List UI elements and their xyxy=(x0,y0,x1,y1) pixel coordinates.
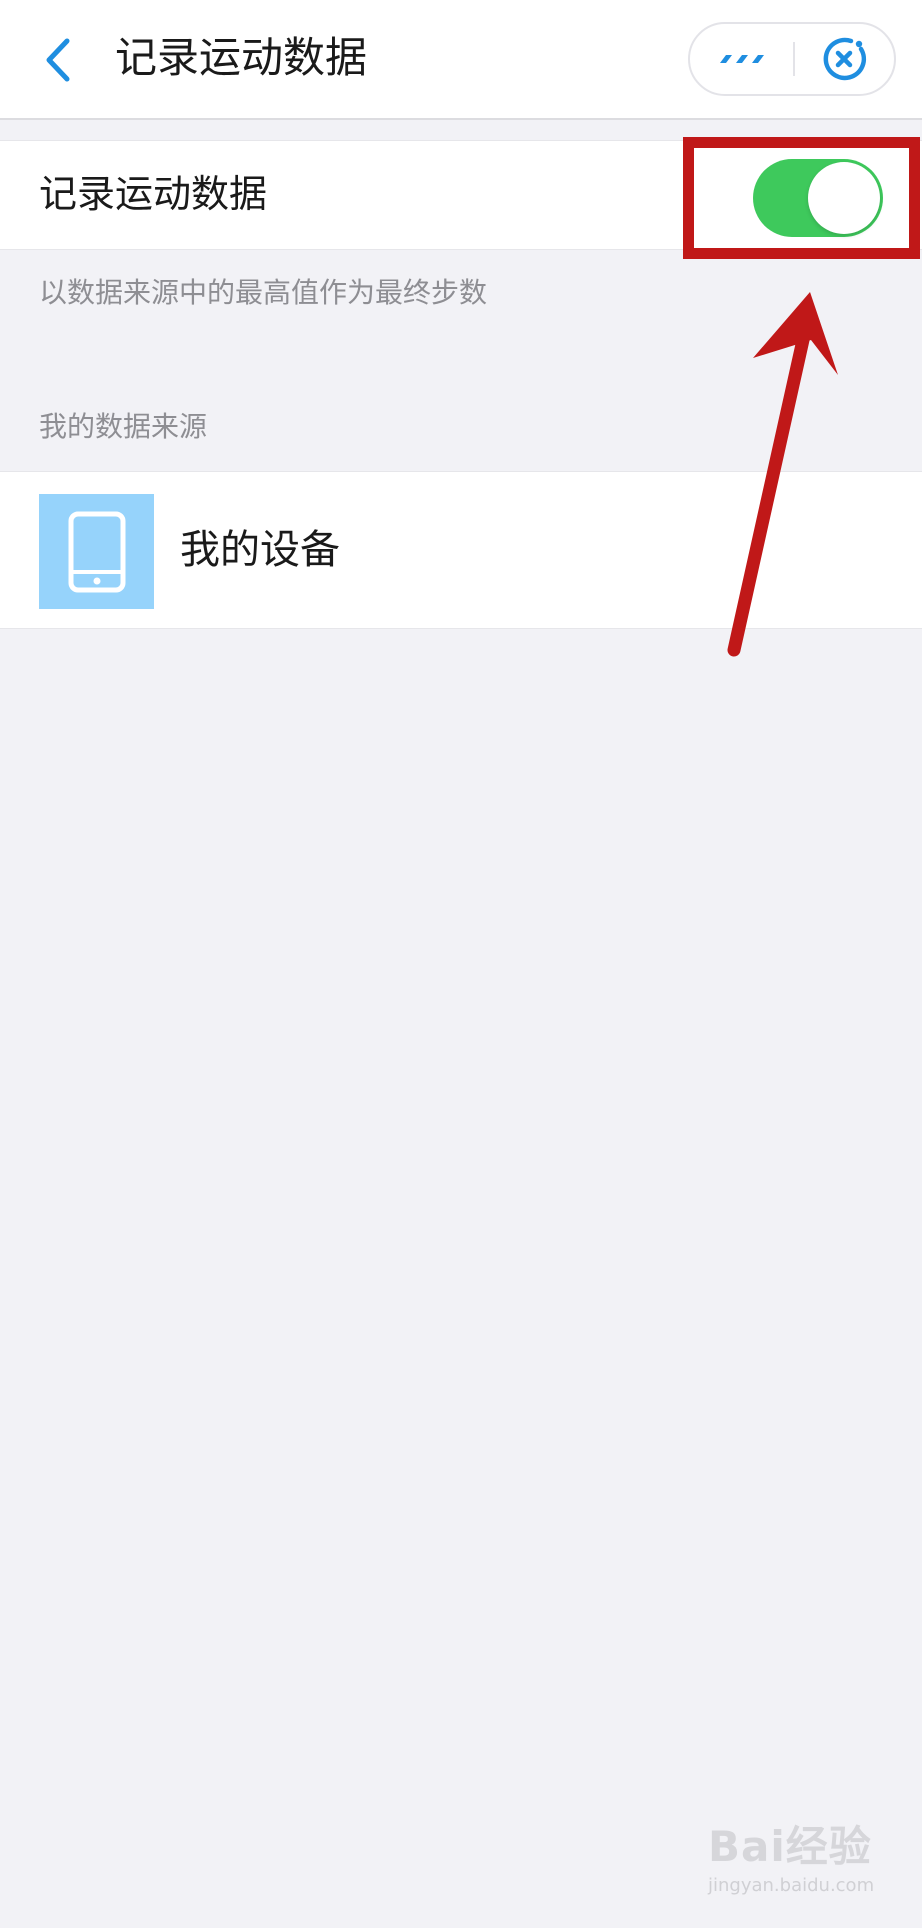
phone-icon xyxy=(39,494,154,609)
data-sources-header: 我的数据来源 xyxy=(39,410,208,443)
list-item-my-device[interactable]: 我的设备 xyxy=(0,471,922,629)
chevron-left-icon xyxy=(46,38,70,82)
more-dots-icon xyxy=(719,55,764,63)
setting-label: 记录运动数据 xyxy=(39,172,268,216)
mini-program-capsule xyxy=(688,22,896,96)
close-button[interactable] xyxy=(795,24,894,94)
baidu-jingyan-watermark: Bai经验 jingyan.baidu.com xyxy=(708,1818,898,1908)
back-button[interactable] xyxy=(28,28,88,92)
annotation-highlight-box xyxy=(683,137,920,259)
nav-bar: 记录运动数据 xyxy=(0,0,922,120)
close-circle-icon xyxy=(823,37,866,81)
more-button[interactable] xyxy=(690,24,793,94)
page-title: 记录运动数据 xyxy=(115,33,368,82)
device-label: 我的设备 xyxy=(180,527,340,573)
watermark-logo: Bai经验 xyxy=(708,1822,872,1871)
watermark-url: jingyan.baidu.com xyxy=(708,1875,875,1896)
setting-hint-text: 以数据来源中的最高值作为最终步数 xyxy=(39,276,488,309)
